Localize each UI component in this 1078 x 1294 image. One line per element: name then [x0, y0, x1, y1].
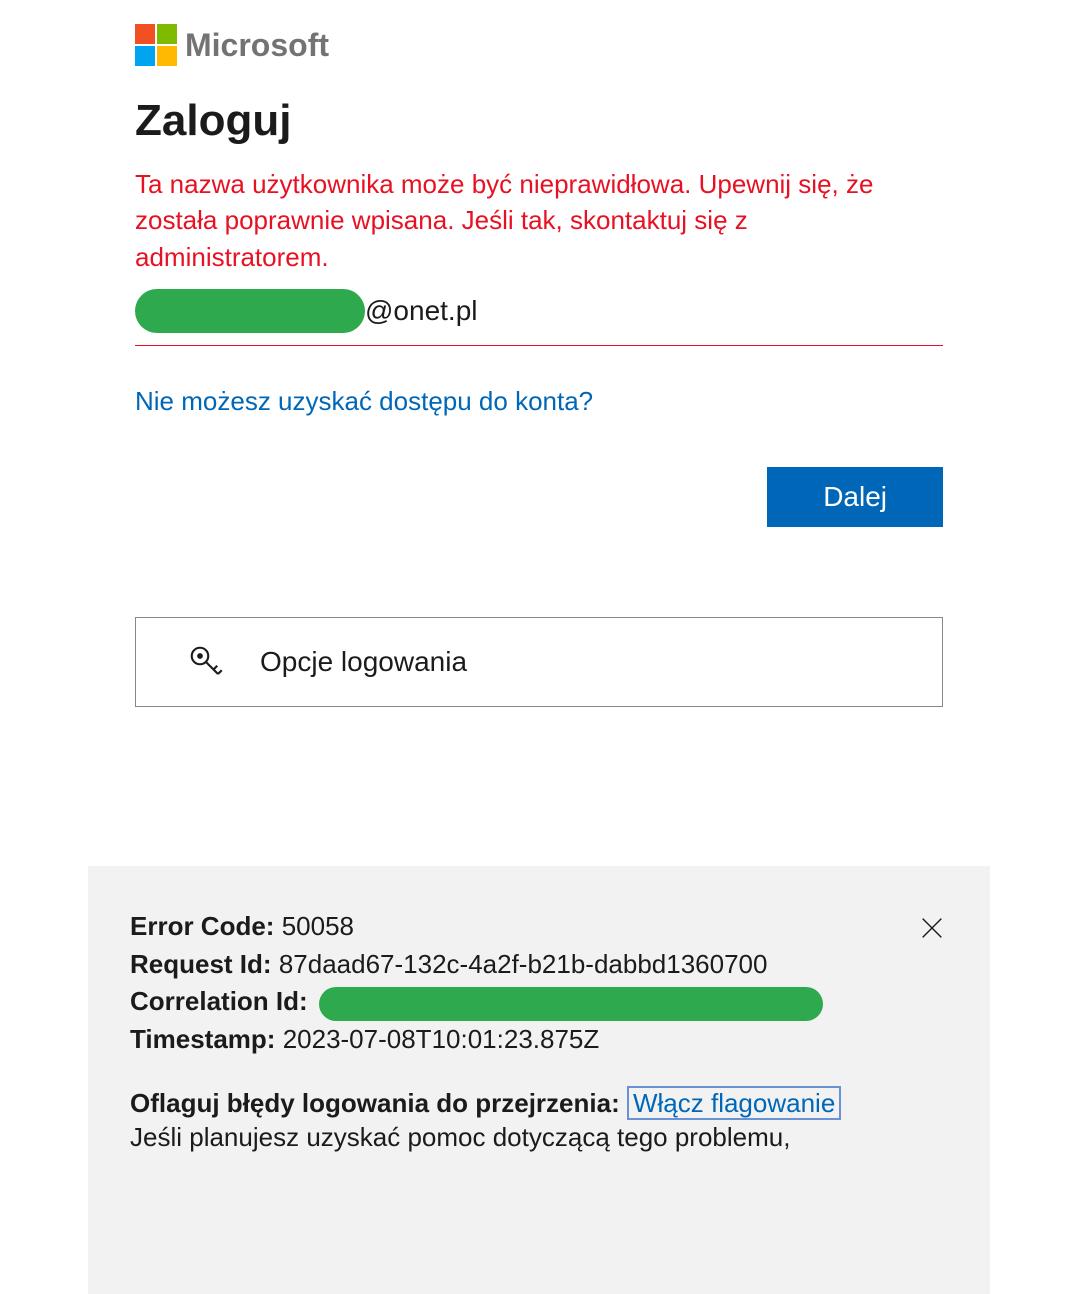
signin-options-label: Opcje logowania [260, 646, 467, 678]
request-id-label: Request Id: [130, 949, 272, 979]
request-id-line: Request Id: 87daad67-132c-4a2f-b21b-dabb… [130, 946, 948, 984]
cant-access-account-link[interactable]: Nie możesz uzyskać dostępu do konta? [135, 386, 593, 417]
page-title: Zaloguj [135, 96, 943, 146]
microsoft-logo-text: Microsoft [185, 27, 329, 64]
help-text: Jeśli planujesz uzyskać pomoc dotyczącą … [130, 1122, 948, 1153]
redacted-correlation-id [319, 987, 823, 1021]
close-icon[interactable] [918, 914, 946, 947]
error-code-line: Error Code: 50058 [130, 908, 948, 946]
timestamp-value: 2023-07-08T10:01:23.875Z [283, 1024, 600, 1054]
request-id-value: 87daad67-132c-4a2f-b21b-dabbd1360700 [279, 949, 768, 979]
signin-options-button[interactable]: Opcje logowania [135, 617, 943, 707]
flag-label: Oflaguj błędy logowania do przejrzenia: [130, 1088, 620, 1118]
key-icon [188, 644, 224, 680]
username-input[interactable]: @onet.pl [135, 289, 943, 346]
enable-flagging-link[interactable]: Włącz flagowanie [627, 1086, 841, 1120]
next-button[interactable]: Dalej [767, 467, 943, 527]
correlation-id-label: Correlation Id: [130, 986, 308, 1016]
error-code-label: Error Code: [130, 911, 274, 941]
error-code-value: 50058 [282, 911, 354, 941]
error-message: Ta nazwa użytkownika może być nieprawidł… [135, 166, 943, 275]
timestamp-label: Timestamp: [130, 1024, 275, 1054]
flag-line: Oflaguj błędy logowania do przejrzenia: … [130, 1085, 948, 1123]
timestamp-line: Timestamp: 2023-07-08T10:01:23.875Z [130, 1021, 948, 1059]
redacted-username [135, 289, 365, 333]
microsoft-logo: Microsoft [135, 24, 943, 66]
debug-panel: Error Code: 50058 Request Id: 87daad67-1… [88, 866, 990, 1294]
microsoft-logo-icon [135, 24, 177, 66]
correlation-id-line: Correlation Id: [130, 983, 948, 1021]
username-domain: @onet.pl [365, 295, 478, 327]
